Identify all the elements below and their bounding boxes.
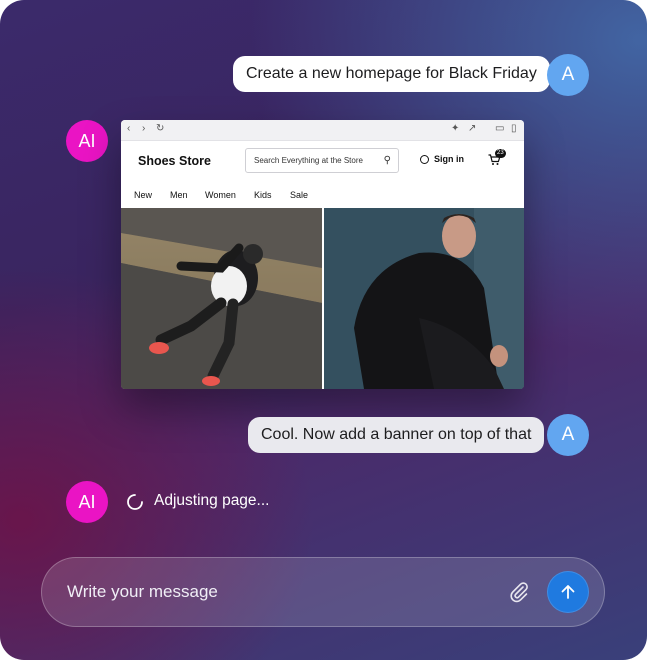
account-icon xyxy=(420,155,429,164)
open-external-icon[interactable]: ↗ xyxy=(468,123,476,134)
runner-photo xyxy=(121,208,322,389)
ai-avatar: AI xyxy=(66,120,108,162)
forward-icon[interactable]: › xyxy=(142,123,145,134)
chat-window: Create a new homepage for Black Friday A… xyxy=(0,0,647,660)
cart-button[interactable]: 23 xyxy=(488,149,506,169)
search-placeholder: Search Everything at the Store xyxy=(254,156,363,165)
nav-item-sale[interactable]: Sale xyxy=(290,190,308,200)
message-composer[interactable]: Write your message xyxy=(41,557,605,627)
homepage-preview[interactable]: ‹ › ↻ ✦ ↗ ▭ ▯ Shoes Store Search Everyth… xyxy=(121,120,524,389)
avatar-initial: A xyxy=(561,424,575,445)
magic-cursor-icon[interactable]: ✦ xyxy=(451,123,459,134)
desktop-view-icon[interactable]: ▭ xyxy=(495,123,504,134)
store-nav: New Men Women Kids Sale xyxy=(121,184,524,209)
cart-count-badge: 23 xyxy=(495,149,506,158)
store-header: Shoes Store Search Everything at the Sto… xyxy=(121,141,524,184)
user-message-bubble: Create a new homepage for Black Friday xyxy=(233,56,550,92)
user-avatar: A xyxy=(547,54,589,96)
avatar-initial: A xyxy=(561,64,575,85)
nav-item-men[interactable]: Men xyxy=(170,190,188,200)
avatar-initial: AI xyxy=(78,491,96,512)
sign-in-link[interactable]: Sign in xyxy=(420,154,464,164)
mobile-view-icon[interactable]: ▯ xyxy=(511,123,517,134)
message-text: Create a new homepage for Black Friday xyxy=(246,65,537,82)
model-photo xyxy=(324,208,524,389)
message-input[interactable]: Write your message xyxy=(67,582,218,602)
nav-item-kids[interactable]: Kids xyxy=(254,190,272,200)
search-icon[interactable]: ⚲ xyxy=(384,149,391,172)
nav-item-women[interactable]: Women xyxy=(205,190,236,200)
ai-avatar: AI xyxy=(66,481,108,523)
sign-in-label: Sign in xyxy=(434,154,464,164)
user-avatar: A xyxy=(547,414,589,456)
message-text: Cool. Now add a banner on top of that xyxy=(261,426,532,443)
back-icon[interactable]: ‹ xyxy=(127,123,130,134)
send-button[interactable] xyxy=(547,571,589,613)
browser-toolbar: ‹ › ↻ ✦ ↗ ▭ ▯ xyxy=(121,120,524,141)
avatar-initial: AI xyxy=(78,130,96,151)
arrow-up-icon xyxy=(561,585,575,599)
paperclip-icon[interactable] xyxy=(508,581,530,603)
hero-banner xyxy=(121,208,524,389)
user-message-bubble: Cool. Now add a banner on top of that xyxy=(248,417,545,453)
ai-status-text: Adjusting page... xyxy=(154,492,270,509)
store-logo[interactable]: Shoes Store xyxy=(138,154,211,168)
nav-item-new[interactable]: New xyxy=(134,190,152,200)
reload-icon[interactable]: ↻ xyxy=(156,123,164,134)
loading-spinner-icon xyxy=(127,494,143,510)
store-search-input[interactable]: Search Everything at the Store ⚲ xyxy=(245,148,399,173)
